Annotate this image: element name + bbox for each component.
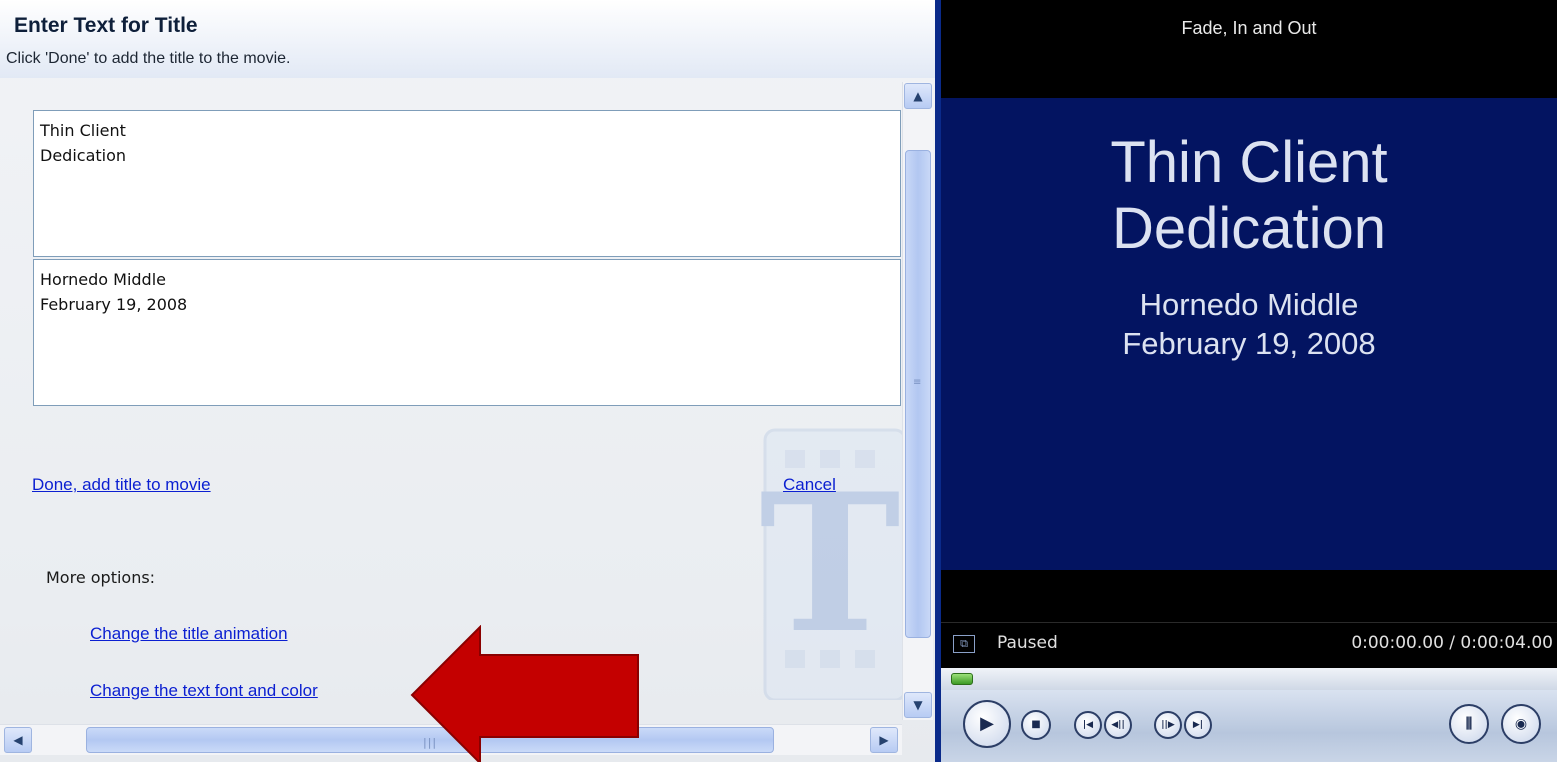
vertical-scroll-thumb[interactable]: ≡ — [905, 150, 931, 638]
next-frame-icon[interactable]: ▶| — [1184, 711, 1212, 739]
title-watermark-icon: T — [759, 428, 905, 700]
scroll-right-icon[interactable]: ▶ — [870, 727, 898, 753]
done-link[interactable]: Done, add title to movie — [32, 475, 211, 495]
rewind-icon[interactable]: ◀|| — [1104, 711, 1132, 739]
previous-frame-icon[interactable]: |◀ — [1074, 711, 1102, 739]
forward-icon[interactable]: ||▶ — [1154, 711, 1182, 739]
status-bar: ⧉ Paused 0:00:00.00 / 0:00:04.00 — [941, 622, 1557, 667]
monitor-title: Fade, In and Out — [1181, 18, 1317, 38]
scroll-down-icon[interactable]: ▼ — [904, 692, 932, 718]
change-font-color-link[interactable]: Change the text font and color — [90, 681, 318, 701]
playback-status: Paused — [997, 633, 1058, 653]
seek-bar[interactable] — [941, 668, 1557, 690]
scroll-left-icon[interactable]: ◀ — [4, 727, 32, 753]
subtitle-text-input[interactable]: Hornedo Middle February 19, 2008 — [33, 259, 901, 406]
seek-thumb[interactable] — [951, 673, 973, 685]
pane-header: Enter Text for Title Click 'Done' to add… — [0, 0, 935, 78]
playback-controls: ▶ ■ |◀ ◀|| ||▶ ▶| ⫼ ◉ — [941, 690, 1557, 762]
pane-subtitle: Click 'Done' to add the title to the mov… — [6, 50, 291, 67]
cancel-link[interactable]: Cancel — [783, 475, 836, 495]
full-screen-icon[interactable]: ⧉ — [953, 635, 975, 653]
snapshot-icon[interactable]: ◉ — [1501, 704, 1541, 744]
stop-icon[interactable]: ■ — [1021, 710, 1051, 740]
arrow-pointer-icon — [410, 625, 639, 762]
scroll-up-icon[interactable]: ▲ — [904, 83, 932, 109]
more-options-label: More options: — [46, 568, 156, 587]
preview-monitor: Fade, In and Out Thin Client Dedication … — [941, 0, 1557, 762]
video-title-text: Thin Client Dedication — [1110, 130, 1388, 261]
split-icon[interactable]: ⫼ — [1449, 704, 1489, 744]
time-display: 0:00:00.00 / 0:00:04.00 — [1351, 633, 1553, 653]
pane-title: Enter Text for Title — [14, 14, 198, 37]
video-subtitle-text: Hornedo Middle February 19, 2008 — [1122, 287, 1376, 361]
vertical-scrollbar[interactable]: ▲ ≡ ▼ — [902, 82, 933, 720]
play-icon[interactable]: ▶ — [963, 700, 1011, 748]
grip-icon: ≡ — [913, 377, 922, 388]
task-pane: Enter Text for Title Click 'Done' to add… — [0, 0, 935, 762]
title-text-input[interactable]: Thin Client Dedication — [33, 110, 901, 257]
change-animation-link[interactable]: Change the title animation — [90, 624, 288, 644]
